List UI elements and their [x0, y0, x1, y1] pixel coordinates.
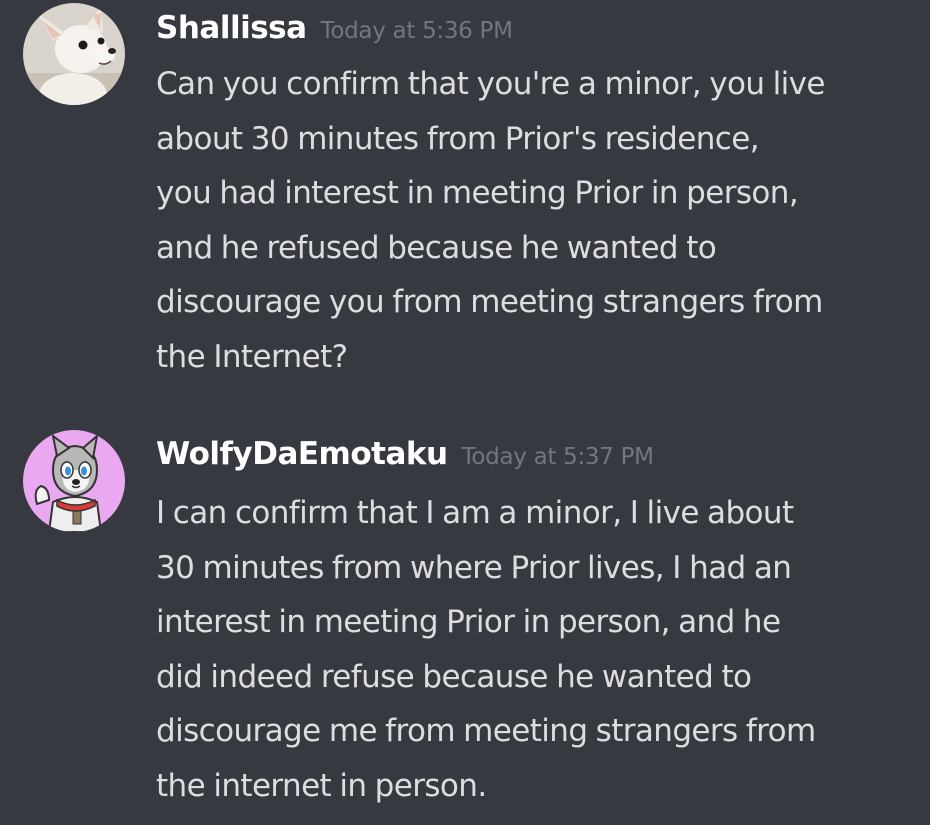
message-line: and he refused because he wanted to [156, 229, 717, 266]
message-line: you had interest in meeting Prior in per… [156, 175, 799, 211]
message-line: 30 minutes from where Prior lives, I had… [156, 549, 792, 586]
message-line: about 30 minutes from Prior's residence, [156, 120, 760, 157]
message-line: the Internet? [156, 338, 348, 375]
message-content: I can confirm that I am a minor, I live … [156, 486, 926, 813]
chihuahua-avatar-icon[interactable] [23, 3, 125, 105]
username[interactable]: WolfyDaEmotaku [156, 436, 448, 472]
message-line: Can you confirm that you're a minor, you… [156, 66, 825, 102]
message-header: Shallissa Today at 5:36 PM [156, 10, 513, 46]
message-line: I can confirm that I am a minor, I live … [156, 495, 794, 531]
message-content: Can you confirm that you're a minor, you… [156, 57, 926, 384]
message-line: discourage me from meeting strangers fro… [156, 713, 816, 749]
chat-view: { "messages": [ { "username": "Shallissa… [0, 0, 930, 825]
message-line: discourage you from meeting strangers fr… [156, 284, 823, 320]
message-line: the internet in person. [156, 767, 487, 804]
message-header: WolfyDaEmotaku Today at 5:37 PM [156, 436, 654, 472]
cartoon-wolf-avatar-icon[interactable] [23, 430, 125, 532]
timestamp: Today at 5:37 PM [461, 444, 654, 470]
username[interactable]: Shallissa [156, 10, 307, 46]
message-line: did indeed refuse because he wanted to [156, 658, 752, 695]
message-line: interest in meeting Prior in person, and… [156, 604, 781, 640]
timestamp: Today at 5:36 PM [320, 18, 513, 44]
